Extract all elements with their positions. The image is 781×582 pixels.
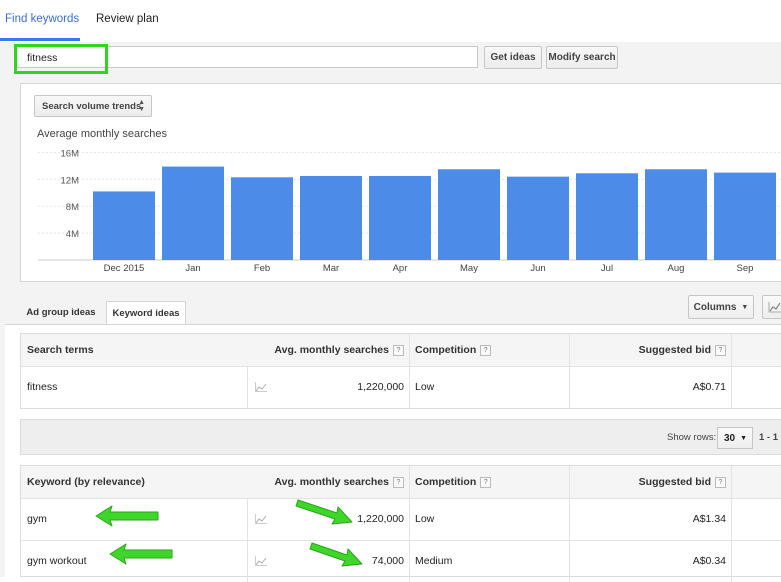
line-chart-icon	[768, 302, 781, 313]
show-rows-label: Show rows:	[667, 432, 717, 443]
x-tick-label: Jan	[185, 263, 200, 274]
page-range: 1 - 1 c	[759, 432, 781, 443]
avg-searches-cell: 1,220,000	[357, 381, 404, 393]
x-tick-label: Aug	[668, 263, 685, 274]
x-tick-label: Sep	[737, 263, 754, 274]
header-avg-label: Avg. monthly searches	[274, 476, 389, 488]
bar	[231, 177, 293, 260]
avg-searches-cell: 74,000	[371, 555, 404, 567]
columns-button[interactable]: Columns ▼	[688, 295, 754, 319]
help-icon[interactable]: ?	[715, 476, 726, 488]
header-suggested-bid[interactable]: Suggested bid?	[569, 466, 731, 498]
header-avg-label: Avg. monthly searches	[274, 344, 389, 356]
header-bid-label: Suggested bid	[638, 476, 711, 488]
header-competition-label: Competition	[415, 344, 477, 356]
header-competition-label: Competition	[415, 476, 477, 488]
help-icon[interactable]: ?	[715, 344, 726, 356]
y-tick-label: 4M	[66, 229, 79, 240]
help-icon[interactable]: ?	[480, 344, 492, 356]
header-competition[interactable]: Competition?	[409, 466, 569, 498]
table-header-row: Search terms Avg. monthly searches? Comp…	[21, 334, 781, 367]
bar	[369, 175, 431, 260]
bar	[576, 173, 638, 260]
rows-per-page-select[interactable]: 30 ▼	[717, 427, 753, 449]
competition-cell: Low	[415, 381, 435, 393]
bar-chart: 16M 12M 8M 4M Dec 2015 Jan Feb Mar Apr May Jun Jul A…	[38, 148, 781, 274]
suggested-bid-cell: A$0.34	[692, 555, 726, 567]
rows-per-page-value: 30	[724, 432, 736, 444]
y-tick-label: 16M	[61, 148, 80, 159]
x-tick-label: Mar	[323, 263, 339, 274]
keyword-cell: gym workout	[27, 555, 87, 567]
avg-searches-cell: 1,220,000	[357, 513, 404, 525]
y-tick-label: 12M	[61, 175, 80, 186]
x-tick-label: Jul	[601, 263, 613, 274]
header-bid-label: Suggested bid	[638, 344, 711, 356]
table-row[interactable]: gym workout 74,000 Medium A$0.34	[21, 540, 781, 582]
bar	[300, 175, 362, 260]
keyword-cell: fitness	[27, 381, 58, 393]
trend-icon[interactable]	[247, 540, 275, 582]
bar	[645, 169, 707, 260]
header-avg-searches[interactable]: Avg. monthly searches?	[261, 466, 409, 498]
x-tick-label: Feb	[254, 263, 270, 274]
keyword-cell: gym	[27, 513, 47, 525]
x-tick-label: May	[460, 263, 478, 274]
help-icon[interactable]: ?	[393, 476, 404, 488]
header-competition[interactable]: Competition?	[409, 334, 569, 366]
header-avg-searches[interactable]: Avg. monthly searches?	[261, 334, 409, 366]
dropdown-caret-icon: ▼	[741, 303, 749, 311]
tab-ad-group-ideas[interactable]: Ad group ideas	[20, 301, 102, 324]
columns-button-label: Columns	[693, 301, 737, 313]
bar	[162, 166, 224, 260]
competition-cell: Medium	[415, 555, 453, 567]
pagination-bar: Show rows: 30 ▼ 1 - 1 c	[20, 419, 781, 455]
tab-keyword-ideas[interactable]: Keyword ideas	[106, 301, 186, 325]
help-icon[interactable]: ?	[393, 344, 404, 356]
trend-icon[interactable]	[247, 366, 275, 408]
trend-icon[interactable]	[247, 498, 275, 540]
bar	[93, 191, 155, 260]
y-tick-label: 8M	[66, 202, 79, 213]
x-tick-label: Dec 2015	[104, 263, 145, 274]
x-tick-label: Jun	[530, 263, 545, 274]
competition-cell: Low	[415, 513, 435, 525]
suggested-bid-cell: A$0.71	[692, 381, 726, 393]
graph-view-button[interactable]	[762, 295, 781, 319]
table-header-row: Keyword (by relevance) Avg. monthly sear…	[21, 466, 781, 499]
suggested-bid-cell: A$1.34	[692, 513, 726, 525]
bar	[714, 172, 776, 260]
bar	[438, 169, 500, 260]
header-suggested-bid[interactable]: Suggested bid?	[569, 334, 731, 366]
header-search-terms: Search terms	[27, 344, 94, 356]
table-row[interactable]: gym 1,220,000 Low A$1.34	[21, 498, 781, 541]
table-row[interactable]: fitness 1,220,000 Low A$0.71	[21, 366, 781, 408]
x-tick-label: Apr	[393, 263, 408, 274]
dropdown-caret-icon: ▼	[740, 434, 748, 442]
keyword-ideas-table: Keyword (by relevance) Avg. monthly sear…	[20, 465, 781, 582]
header-keyword[interactable]: Keyword (by relevance)	[21, 466, 261, 498]
search-terms-table: Search terms Avg. monthly searches? Comp…	[20, 333, 781, 409]
help-icon[interactable]: ?	[480, 476, 492, 488]
bar	[507, 176, 569, 260]
